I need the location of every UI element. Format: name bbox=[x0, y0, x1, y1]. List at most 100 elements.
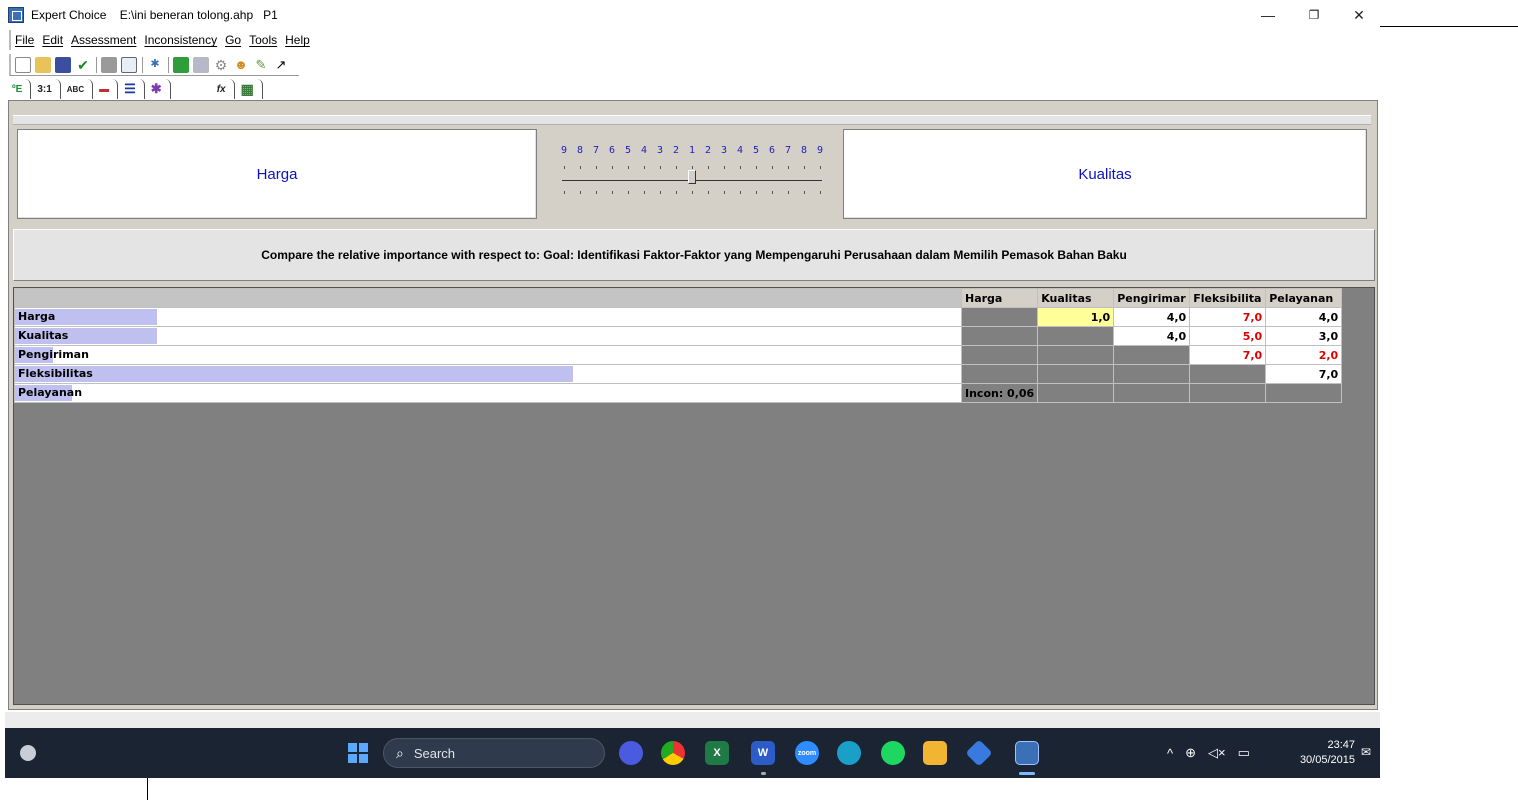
scale-tick bbox=[669, 191, 683, 194]
right-element-box[interactable]: Kualitas bbox=[843, 129, 1367, 219]
spotify-icon[interactable] bbox=[881, 741, 905, 765]
copilot-icon[interactable] bbox=[965, 739, 993, 767]
print-preview-icon[interactable] bbox=[121, 56, 137, 73]
scale-slider-thumb[interactable] bbox=[688, 170, 696, 184]
comparison-scale[interactable]: 98765432123456789 bbox=[557, 141, 827, 201]
menu-help[interactable]: Help bbox=[285, 33, 310, 47]
tab-formula[interactable]: fx bbox=[213, 79, 235, 99]
sensitivity-icon[interactable]: ⚙ bbox=[213, 57, 229, 73]
matrix-cell[interactable]: 3,0 bbox=[1265, 326, 1343, 346]
matrix-row: Pengiriman 7,0 2,0 bbox=[14, 345, 1343, 365]
divider-line bbox=[1380, 26, 1518, 27]
matrix-cell[interactable]: 7,0 bbox=[1189, 345, 1267, 365]
matrix-cell[interactable]: 4,0 bbox=[1113, 326, 1191, 346]
scale-number: 6 bbox=[768, 145, 776, 156]
left-element-box[interactable]: Harga bbox=[17, 129, 537, 219]
scale-tick bbox=[557, 166, 571, 169]
toolbar-separator bbox=[168, 56, 169, 73]
bars-icon: ☰ bbox=[124, 81, 136, 96]
menu-file[interactable]: File bbox=[15, 33, 34, 47]
scale-tick bbox=[733, 166, 747, 169]
menu-assessment[interactable]: Assessment bbox=[71, 33, 136, 47]
tray-chevron-icon[interactable]: ^ bbox=[1167, 746, 1173, 761]
matrix-cell[interactable]: 7,0 bbox=[1265, 364, 1343, 384]
notification-icon[interactable]: ✉ bbox=[1361, 745, 1371, 759]
tab-questionnaire[interactable]: ✱ bbox=[147, 79, 171, 99]
formula-icon: fx bbox=[216, 83, 226, 95]
scale-tick bbox=[701, 191, 715, 194]
wand-icon[interactable]: ✎ bbox=[253, 57, 269, 73]
open-folder-icon[interactable] bbox=[35, 56, 51, 73]
tab-tree[interactable]: ºE bbox=[8, 79, 32, 99]
menu-go[interactable]: Go bbox=[225, 33, 241, 47]
matrix-cell[interactable]: 7,0 bbox=[1189, 307, 1267, 327]
save-icon[interactable] bbox=[55, 56, 71, 73]
scale-ticks-top bbox=[557, 166, 827, 169]
toolbar-separator bbox=[96, 56, 97, 73]
matrix-column-header: Pelayanan bbox=[1265, 288, 1343, 308]
calculator-icon[interactable] bbox=[173, 56, 189, 73]
battery-icon[interactable]: ▭ bbox=[1238, 745, 1250, 761]
camera-app-icon[interactable] bbox=[619, 741, 643, 765]
matrix-cell[interactable]: 2,0 bbox=[1265, 345, 1343, 365]
tree-icon: ºE bbox=[12, 83, 23, 95]
chart-icon[interactable] bbox=[193, 56, 209, 73]
tab-bars[interactable]: ☰ bbox=[120, 79, 145, 99]
scale-number: 4 bbox=[640, 145, 648, 156]
excel-icon[interactable]: X bbox=[705, 741, 729, 765]
model-icon[interactable]: ✱ bbox=[147, 57, 163, 73]
matrix-cell[interactable]: 4,0 bbox=[1265, 307, 1343, 327]
scale-tick bbox=[717, 191, 731, 194]
start-button-icon[interactable] bbox=[348, 743, 368, 763]
matrix-row-header[interactable]: Harga bbox=[14, 307, 962, 327]
tab-grid[interactable]: ▦ bbox=[237, 79, 263, 99]
matrix-row-header[interactable]: Pelayanan bbox=[14, 383, 962, 403]
close-button[interactable]: ✕ bbox=[1339, 3, 1379, 27]
network-icon[interactable]: ⊕ bbox=[1185, 745, 1196, 761]
status-strip bbox=[5, 712, 1380, 728]
matrix-cell[interactable]: 5,0 bbox=[1189, 326, 1267, 346]
expert-choice-icon bbox=[8, 7, 24, 23]
tab-verbal[interactable]: ABC bbox=[63, 79, 94, 99]
tab-graphical[interactable]: ▬ bbox=[95, 79, 119, 99]
matrix-cell bbox=[960, 326, 1039, 346]
matrix-row-header[interactable]: Pengiriman bbox=[14, 345, 962, 365]
taskbar-search[interactable]: ⌕ Search bbox=[383, 738, 605, 768]
edge-icon[interactable] bbox=[837, 741, 861, 765]
matrix-row-header[interactable]: Kualitas bbox=[14, 326, 962, 346]
matrix-row-header[interactable]: Fleksibilitas bbox=[14, 364, 962, 384]
menu-tools[interactable]: Tools bbox=[249, 33, 277, 47]
expert-choice-taskbar-icon[interactable] bbox=[1015, 741, 1039, 765]
restore-button[interactable]: ❐ bbox=[1294, 3, 1334, 27]
check-icon[interactable]: ✔ bbox=[75, 57, 91, 73]
matrix-column-header: Fleksibilita bbox=[1189, 288, 1267, 308]
toolbar-separator bbox=[142, 56, 143, 73]
scale-tick bbox=[653, 166, 667, 169]
matrix-column-header: Kualitas bbox=[1037, 288, 1115, 308]
chrome-icon[interactable] bbox=[661, 741, 685, 765]
questionnaire-icon: ✱ bbox=[150, 81, 162, 96]
new-file-icon[interactable] bbox=[15, 56, 31, 73]
zoom-icon[interactable]: zoom bbox=[795, 741, 819, 765]
print-icon[interactable] bbox=[101, 56, 117, 73]
menu-inconsistency[interactable]: Inconsistency bbox=[144, 33, 217, 47]
weather-icon[interactable] bbox=[20, 745, 36, 761]
scale-tick bbox=[621, 191, 635, 194]
clock[interactable]: 23:47 30/05/2015 bbox=[1295, 738, 1355, 768]
matrix-cell bbox=[1189, 364, 1267, 384]
tab-numerical[interactable]: 3:1 bbox=[33, 79, 61, 99]
matrix-cell[interactable]: 1,0 bbox=[1037, 307, 1115, 327]
matrix-cell[interactable]: 4,0 bbox=[1113, 307, 1191, 327]
minimize-button[interactable]: — bbox=[1248, 3, 1288, 27]
file-explorer-icon[interactable] bbox=[923, 741, 947, 765]
matrix-cell bbox=[960, 307, 1039, 327]
grid-icon: ▦ bbox=[240, 80, 254, 97]
menu-edit[interactable]: Edit bbox=[42, 33, 63, 47]
matrix-cell bbox=[1113, 383, 1191, 403]
scale-tick bbox=[621, 166, 635, 169]
goal-arrow-icon[interactable]: ↗ bbox=[273, 57, 289, 73]
scale-number: 9 bbox=[816, 145, 824, 156]
volume-muted-icon[interactable]: ◁× bbox=[1208, 745, 1226, 761]
word-icon[interactable]: W bbox=[751, 741, 775, 765]
users-icon[interactable]: ☻ bbox=[233, 57, 249, 73]
